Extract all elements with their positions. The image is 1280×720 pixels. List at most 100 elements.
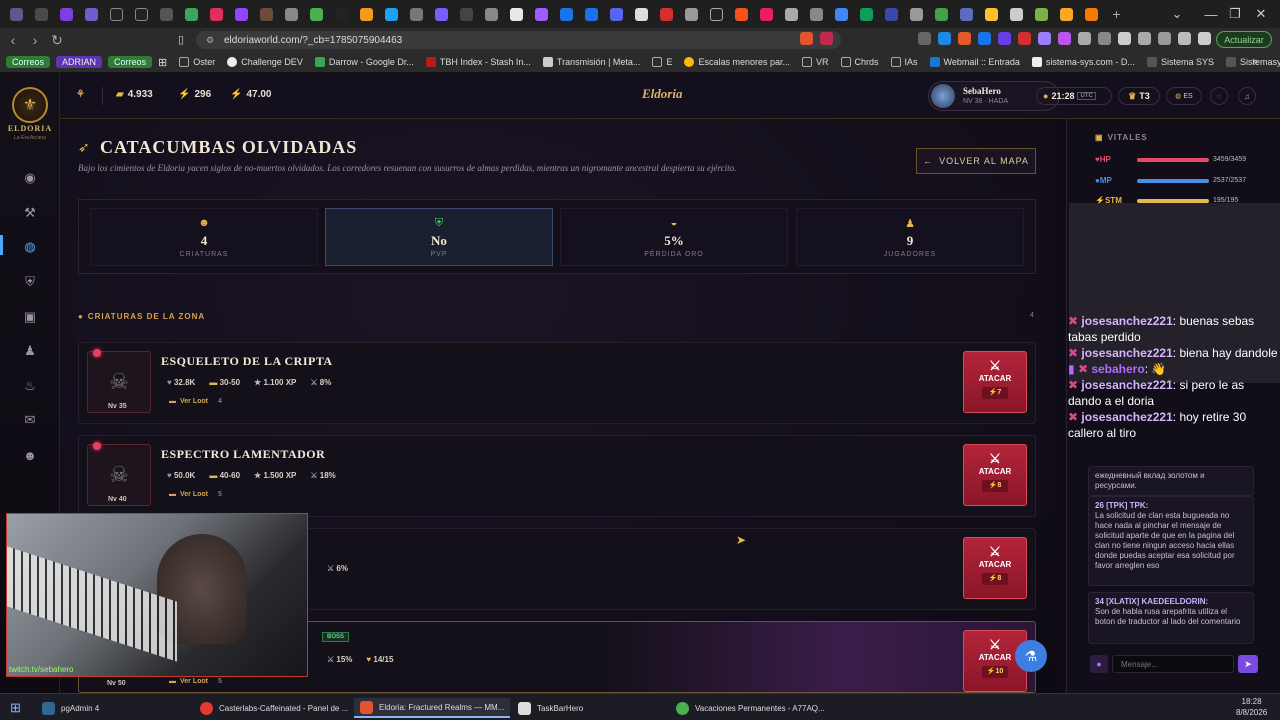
shop-nav-icon[interactable]: ▣: [22, 309, 38, 325]
tab-icon[interactable]: [104, 0, 129, 28]
tab-icon[interactable]: [879, 0, 904, 28]
sidebar-icon[interactable]: [1118, 32, 1131, 45]
brave-shield-icon[interactable]: [800, 32, 813, 45]
tab-icon[interactable]: [304, 0, 329, 28]
tab-icon[interactable]: [154, 0, 179, 28]
extension-icon[interactable]: [1038, 32, 1051, 45]
tab-icon[interactable]: [479, 0, 504, 28]
bookmark-chip[interactable]: Correos: [6, 56, 51, 68]
bookmark-item[interactable]: IAs: [890, 57, 918, 67]
profile-icon[interactable]: [1198, 32, 1211, 45]
bookmark-chip[interactable]: ADRIAN: [56, 56, 103, 68]
bookmark-icon[interactable]: ▯: [178, 33, 184, 46]
bookmark-item[interactable]: Webmail :: Entrada: [929, 57, 1020, 67]
tab-icon[interactable]: [704, 0, 729, 28]
bookmark-item[interactable]: Darrow - Google Dr...: [314, 57, 414, 67]
tab-icon[interactable]: [529, 0, 554, 28]
tab-icon[interactable]: [29, 0, 54, 28]
profile-nav-icon[interactable]: ◉: [22, 170, 38, 186]
extension-icon[interactable]: [918, 32, 931, 45]
chat-bubble-icon[interactable]: ◌: [1210, 87, 1228, 105]
taskbar-item[interactable]: Vacaciones Permanentes - A77AQ...: [670, 698, 831, 718]
tab-icon[interactable]: [279, 0, 304, 28]
tab-icon[interactable]: [679, 0, 704, 28]
menu-emblem-icon[interactable]: ⚘: [76, 89, 85, 100]
brand-logo[interactable]: Eldoria: [642, 86, 682, 102]
bookmark-item[interactable]: TBH Index - Stash In...: [425, 57, 531, 67]
site-info-icon[interactable]: ⚙: [206, 35, 214, 46]
extension-icon[interactable]: [1098, 32, 1111, 45]
address-bar[interactable]: ⚙ eldoriaworld.com/?_cb=1785075904463: [196, 31, 841, 49]
attack-button[interactable]: ⚔ ATACAR ⚡7: [963, 351, 1027, 413]
extension-icon[interactable]: [958, 32, 971, 45]
send-icon[interactable]: ➤: [1238, 655, 1258, 673]
tab-icon[interactable]: [504, 0, 529, 28]
tab-icon[interactable]: [629, 0, 654, 28]
extension-icon[interactable]: [1018, 32, 1031, 45]
creature-portrait[interactable]: ☠ Nv 40: [87, 444, 151, 506]
chat-message-input[interactable]: Mensaje...: [1112, 655, 1234, 673]
tab-icon[interactable]: [4, 0, 29, 28]
extension-icon[interactable]: [1058, 32, 1071, 45]
tab-icon[interactable]: [579, 0, 604, 28]
tab-icon[interactable]: [1079, 0, 1104, 28]
map-nav-icon[interactable]: ◍: [22, 239, 38, 255]
tab-icon[interactable]: [604, 0, 629, 28]
bookmark-item[interactable]: Sistema SYS: [1146, 57, 1214, 67]
reload-icon[interactable]: ↻: [46, 29, 68, 51]
close-window-icon[interactable]: ✕: [1238, 0, 1280, 28]
tab-icon[interactable]: [1054, 0, 1079, 28]
language-selector[interactable]: ◍ ES: [1166, 87, 1202, 105]
potion-flask-icon[interactable]: ⚗: [1015, 640, 1047, 672]
chat-nav-icon[interactable]: ✉: [22, 412, 38, 428]
tab-icon[interactable]: [254, 0, 279, 28]
guild-nav-icon[interactable]: ♟: [22, 343, 38, 359]
tab-icon[interactable]: [804, 0, 829, 28]
bell-icon[interactable]: ♫: [1238, 87, 1256, 105]
tab-icon[interactable]: [329, 0, 354, 28]
tab-icon[interactable]: [454, 0, 479, 28]
view-loot-link[interactable]: ▬ Ver Loot 4: [169, 398, 222, 405]
new-tab-icon[interactable]: +: [1104, 0, 1129, 28]
hammer-nav-icon[interactable]: ⚒: [22, 205, 38, 221]
apps-grid-icon[interactable]: ⊞: [158, 56, 167, 69]
tab-icon[interactable]: [354, 0, 379, 28]
tab-icon[interactable]: [404, 0, 429, 28]
extension-icon[interactable]: [998, 32, 1011, 45]
bookmark-item[interactable]: E: [652, 57, 672, 67]
view-loot-link[interactable]: ▬ Ver Loot 5: [169, 491, 222, 498]
attack-button[interactable]: ⚔ ATACAR ⚡8: [963, 537, 1027, 599]
view-loot-link[interactable]: ▬ Ver Loot 5: [169, 678, 222, 685]
brave-rewards-icon[interactable]: [820, 32, 833, 45]
puzzle-icon[interactable]: [1158, 32, 1171, 45]
tab-icon[interactable]: [854, 0, 879, 28]
tab-icon[interactable]: [954, 0, 979, 28]
bookmark-item[interactable]: Transmisión | Meta...: [542, 57, 640, 67]
taskbar-item[interactable]: TaskBarHero: [512, 698, 589, 718]
windows-start-icon[interactable]: ⊞: [10, 700, 21, 716]
taskbar-item[interactable]: Casterlabs-Caffeinated - Panel de ...: [194, 698, 354, 718]
tab-icon[interactable]: [829, 0, 854, 28]
tab-icon[interactable]: [754, 0, 779, 28]
tab-icon[interactable]: [54, 0, 79, 28]
tab-icon[interactable]: [229, 0, 254, 28]
forward-arrow-icon[interactable]: ›: [24, 29, 46, 51]
bookmark-item[interactable]: Escalas menores par...: [684, 57, 790, 67]
extension-icon[interactable]: [1078, 32, 1091, 45]
taskbar-item-active[interactable]: Eldoria: Fractured Realms — MM...: [354, 698, 511, 718]
back-to-map-button[interactable]: ← VOLVER AL MAPA: [916, 148, 1036, 174]
extension-icon[interactable]: [978, 32, 991, 45]
tab-icon[interactable]: [429, 0, 454, 28]
tab-icon[interactable]: [179, 0, 204, 28]
users-nav-icon[interactable]: ☻: [22, 447, 38, 463]
tab-icon[interactable]: [79, 0, 104, 28]
tab-icon[interactable]: [729, 0, 754, 28]
tab-icon[interactable]: [554, 0, 579, 28]
system-clock[interactable]: 18:28 8/8/2026: [1236, 696, 1267, 718]
tab-icon[interactable]: [904, 0, 929, 28]
tab-icon[interactable]: [204, 0, 229, 28]
taskbar-item[interactable]: pgAdmin 4: [36, 698, 105, 718]
vpn-icon[interactable]: [1178, 32, 1191, 45]
copy-icon[interactable]: [1138, 32, 1151, 45]
eldoria-emblem-icon[interactable]: ⚜: [12, 87, 48, 123]
